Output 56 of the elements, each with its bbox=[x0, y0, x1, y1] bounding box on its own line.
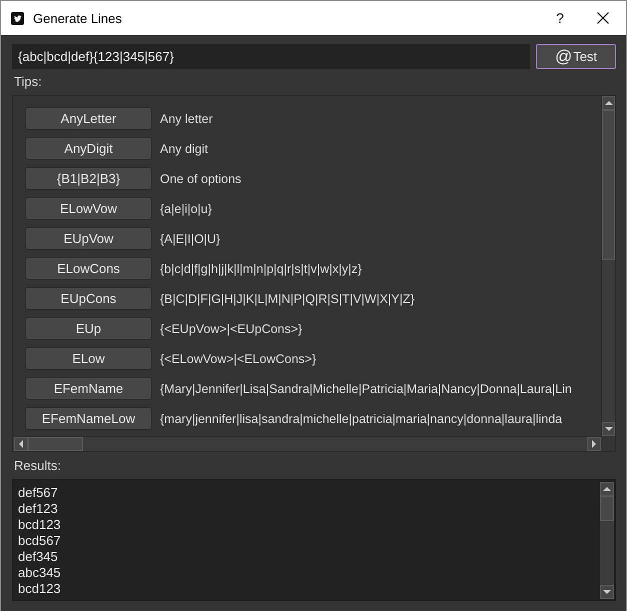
insert-token-button[interactable]: ELow bbox=[25, 347, 152, 370]
tip-description: Any letter bbox=[160, 112, 213, 126]
vertical-scrollbar[interactable] bbox=[601, 96, 615, 436]
close-icon bbox=[597, 12, 609, 24]
tip-description: {<ELowVow>|<ELowCons>} bbox=[160, 352, 316, 366]
vertical-scrollbar[interactable] bbox=[600, 482, 614, 599]
tip-description: {A|E|I|O|U} bbox=[160, 232, 220, 246]
result-line: bcd123 bbox=[18, 581, 61, 597]
tip-description: {<EUpVow>|<EUpCons>} bbox=[160, 322, 302, 336]
tips-label: Tips: bbox=[13, 74, 42, 90]
scroll-down-button[interactable] bbox=[600, 585, 614, 599]
scroll-right-button[interactable] bbox=[587, 437, 601, 451]
scroll-up-button[interactable] bbox=[600, 482, 614, 496]
results-label: Results: bbox=[13, 458, 61, 474]
tip-description: {a|e|i|o|u} bbox=[160, 202, 212, 216]
insert-token-button[interactable]: EFemNameLow bbox=[25, 407, 152, 430]
insert-token-button[interactable]: {B1|B2|B3} bbox=[25, 167, 152, 190]
insert-token-button[interactable]: EUpCons bbox=[25, 287, 152, 310]
insert-token-button[interactable]: EUpVow bbox=[25, 227, 152, 250]
insert-token-button[interactable]: AnyDigit bbox=[25, 137, 152, 160]
insert-token-button[interactable]: ELowCons bbox=[25, 257, 152, 280]
scroll-down-button[interactable] bbox=[602, 422, 615, 436]
tip-description: {mary|jennifer|lisa|sandra|michelle|patricia|maria|nancy|donna|laura|linda bbox=[160, 412, 562, 426]
test-button[interactable]: @Test bbox=[536, 44, 616, 69]
tip-description: Any digit bbox=[160, 142, 208, 156]
pattern-input-field[interactable]: {abc|bcd|def}{123|345|567} bbox=[12, 44, 530, 69]
down-arrow-icon bbox=[603, 590, 611, 594]
help-button[interactable]: ? bbox=[540, 1, 580, 35]
down-arrow-icon bbox=[604, 427, 612, 431]
window-title: Generate Lines bbox=[33, 10, 122, 26]
bird-logo-icon bbox=[11, 12, 24, 24]
insert-token-button[interactable]: EUp bbox=[25, 317, 152, 340]
tip-description: {Mary|Jennifer|Lisa|Sandra|Michelle|Patricia|Maria|Nancy|Donna|Laura|Lin bbox=[160, 382, 572, 396]
result-line: abc345 bbox=[18, 565, 61, 581]
scroll-thumb[interactable] bbox=[600, 496, 614, 521]
tip-description: {b|c|d|f|g|h|j|k|l|m|n|p|q|r|s|t|v|w|x|y|z} bbox=[160, 262, 362, 276]
result-line: def345 bbox=[18, 549, 58, 565]
right-arrow-icon bbox=[592, 440, 596, 448]
scroll-thumb[interactable] bbox=[602, 110, 615, 260]
results-text-area[interactable]: def567 def123 bcd123 bcd567 def345 abc345 bcd123 bbox=[12, 479, 616, 601]
tip-description: One of options bbox=[160, 172, 242, 186]
result-line: def123 bbox=[18, 501, 58, 517]
up-arrow-icon bbox=[604, 101, 612, 105]
result-line: bcd567 bbox=[18, 533, 61, 549]
insert-token-button[interactable]: AnyLetter bbox=[25, 107, 152, 130]
tip-description: {B|C|D|F|G|H|J|K|L|M|N|P|Q|R|S|T|V|W|X|Y|Z} bbox=[160, 292, 415, 306]
scroll-up-button[interactable] bbox=[602, 96, 615, 110]
insert-token-button[interactable]: ELowVow bbox=[25, 197, 152, 220]
scroll-thumb[interactable] bbox=[28, 437, 83, 451]
up-arrow-icon bbox=[603, 487, 611, 491]
horizontal-scrollbar[interactable] bbox=[13, 436, 601, 451]
result-line: bcd123 bbox=[18, 517, 61, 533]
insert-token-button[interactable]: EFemName bbox=[25, 377, 152, 400]
left-arrow-icon bbox=[19, 440, 23, 448]
scroll-left-button[interactable] bbox=[14, 437, 28, 451]
result-line: def567 bbox=[18, 485, 58, 501]
